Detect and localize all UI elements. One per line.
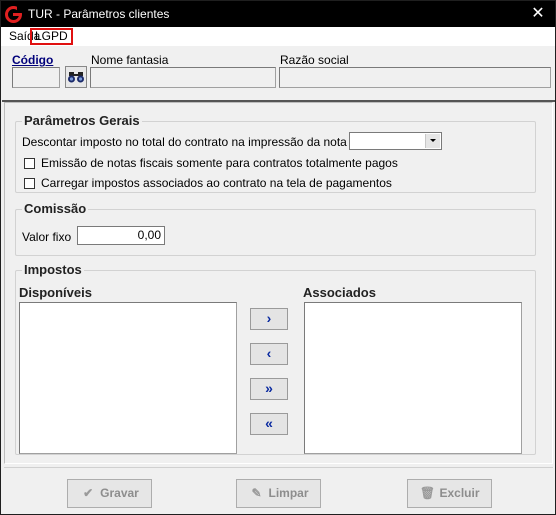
header-panel: Código Nome fantasia Razão social <box>2 47 555 102</box>
search-codigo-button[interactable] <box>65 66 87 88</box>
codigo-label: Código <box>12 53 54 67</box>
disponiveis-list[interactable] <box>19 302 237 454</box>
parametros-gerais-title: Parâmetros Gerais <box>22 113 142 128</box>
valor-fixo-label: Valor fixo <box>22 230 72 244</box>
window: TUR - Parâmetros clientes ✕ Saída LGPD C… <box>0 0 556 515</box>
associados-list[interactable] <box>304 302 522 454</box>
footer: ✔ Gravar ✎ Limpar 🗑 Excluir <box>4 467 553 511</box>
parametros-gerais-group: Parâmetros Gerais Descontar imposto no t… <box>15 113 536 193</box>
add-all-impostos-button[interactable]: » <box>250 378 288 400</box>
menu-item-lgpd[interactable]: LGPD <box>30 28 73 45</box>
body-panel: Parâmetros Gerais Descontar imposto no t… <box>4 102 553 464</box>
excluir-button[interactable]: 🗑 Excluir <box>407 479 492 508</box>
add-imposto-button[interactable]: › <box>250 308 288 330</box>
emissao-notas-label: Emissão de notas fiscais somente para co… <box>41 156 398 170</box>
window-title: TUR - Parâmetros clientes <box>28 7 170 21</box>
checkmark-icon: ✔ <box>83 486 94 500</box>
gravar-button[interactable]: ✔ Gravar <box>67 479 152 508</box>
broom-icon: ✎ <box>251 486 262 500</box>
disponiveis-label: Disponíveis <box>19 285 92 300</box>
impostos-group: Impostos Disponíveis Associados › ‹ » « <box>15 262 536 455</box>
descontar-imposto-label: Descontar imposto no total do contrato n… <box>22 135 378 149</box>
trash-icon: 🗑 <box>419 486 436 500</box>
codigo-field[interactable] <box>12 67 60 88</box>
excluir-label: Excluir <box>439 486 480 500</box>
limpar-label: Limpar <box>268 486 309 500</box>
comissao-title: Comissão <box>22 201 89 216</box>
impostos-title: Impostos <box>22 262 84 277</box>
associados-label: Associados <box>303 285 376 300</box>
remove-all-impostos-button[interactable]: « <box>250 413 288 435</box>
limpar-button[interactable]: ✎ Limpar <box>236 479 321 508</box>
razao-social-label: Razão social <box>280 53 349 67</box>
razao-social-field[interactable] <box>279 67 551 88</box>
remove-imposto-button[interactable]: ‹ <box>250 343 288 365</box>
close-button[interactable]: ✕ <box>521 1 555 27</box>
title-bar: TUR - Parâmetros clientes ✕ <box>1 1 555 27</box>
carregar-impostos-label: Carregar impostos associados ao contrato… <box>41 176 392 190</box>
g-logo-icon <box>5 6 22 23</box>
menu-bar: Saída LGPD <box>1 27 555 46</box>
nome-fantasia-field[interactable] <box>90 67 276 88</box>
nome-fantasia-label: Nome fantasia <box>91 53 169 67</box>
valor-fixo-input[interactable]: 0,00 <box>77 226 165 245</box>
comissao-group: Comissão Valor fixo 0,00 <box>15 201 536 256</box>
binoculars-icon <box>68 72 84 83</box>
gravar-label: Gravar <box>100 486 139 500</box>
descontar-imposto-select[interactable] <box>349 132 442 150</box>
carregar-impostos-checkbox[interactable] <box>24 178 35 189</box>
emissao-notas-checkbox[interactable] <box>24 158 35 169</box>
chevron-down-icon[interactable] <box>425 134 440 148</box>
